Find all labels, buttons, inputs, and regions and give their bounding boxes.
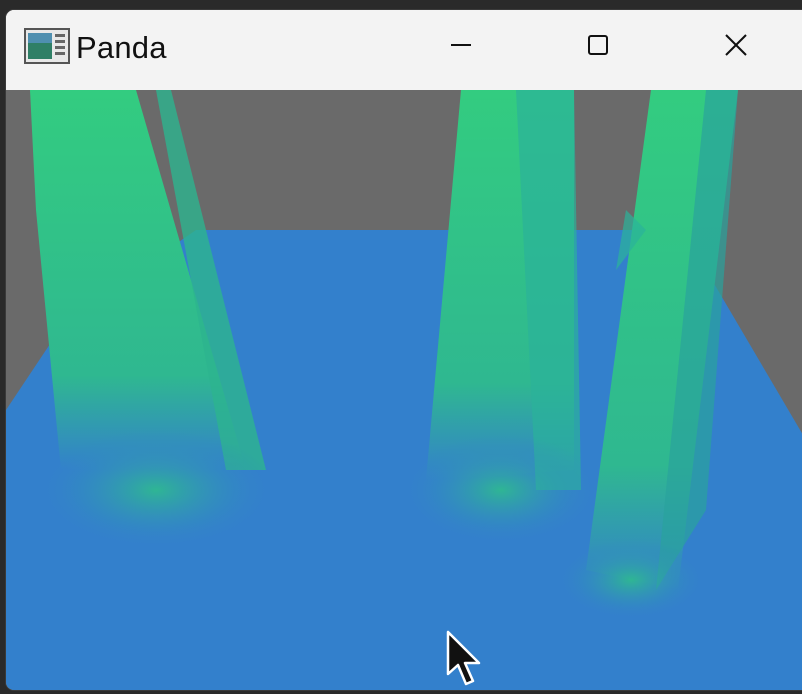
minimize-icon — [449, 33, 473, 62]
minimize-button[interactable] — [424, 10, 498, 84]
close-icon — [724, 33, 748, 62]
maximize-button[interactable] — [561, 10, 635, 84]
maximize-icon — [586, 33, 610, 62]
window-title: Panda — [76, 30, 167, 65]
title-bar[interactable]: Panda — [6, 10, 802, 90]
3d-viewport[interactable] — [6, 90, 802, 690]
3d-scene — [6, 90, 802, 690]
arrow-cursor-icon — [446, 630, 486, 690]
close-button[interactable] — [699, 10, 773, 84]
panda-window[interactable]: Panda — [6, 10, 802, 690]
panda-app-icon — [24, 28, 70, 64]
